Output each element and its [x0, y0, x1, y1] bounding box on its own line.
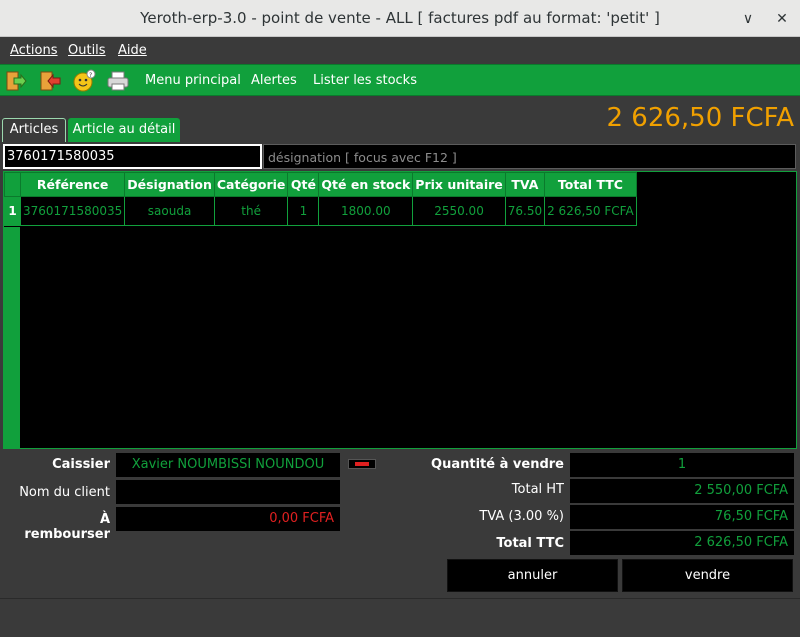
menu-actions[interactable]: Actions: [10, 43, 58, 58]
row-number: 1: [4, 196, 21, 226]
corner-cell: [4, 172, 21, 197]
cell-tva[interactable]: 76.50: [504, 196, 546, 226]
articles-table: Référence Désignation Catégorie Qté Qté …: [3, 171, 797, 449]
rembourser-field: 0,00 FCFA: [116, 507, 340, 531]
tab-articles[interactable]: Articles: [2, 118, 66, 142]
total-ht-label: Total HT: [511, 482, 564, 497]
column-header[interactable]: Référence: [19, 172, 126, 197]
reference-search-input[interactable]: 3760171580035: [3, 144, 262, 169]
vendre-button[interactable]: vendre: [622, 559, 793, 592]
exit-icon[interactable]: [38, 69, 62, 93]
caissier-field: Xavier NOUMBISSI NOUNDOU: [116, 453, 340, 477]
quantite-input[interactable]: 1: [570, 453, 794, 477]
row-header-column: [4, 227, 20, 448]
grand-total-display: 2 626,50 FCFA: [606, 103, 794, 133]
rembourser-label: À rembourser: [24, 512, 110, 542]
column-header[interactable]: Total TTC: [544, 172, 637, 197]
help-smiley-icon[interactable]: ?: [72, 69, 96, 93]
column-header[interactable]: TVA: [504, 172, 546, 197]
articles-grid: Référence Désignation Catégorie Qté Qté …: [4, 172, 637, 226]
quantite-label: Quantité à vendre: [431, 457, 564, 472]
tva-label: TVA (3.00 %): [479, 509, 564, 524]
window-title: Yeroth-erp-3.0 - point de vente - ALL [ …: [140, 9, 660, 27]
printer-icon[interactable]: [106, 69, 130, 93]
total-ht-field: 2 550,00 FCFA: [570, 479, 794, 503]
table-header-row: Référence Désignation Catégorie Qté Qté …: [4, 172, 637, 197]
total-ttc-label: Total TTC: [496, 536, 564, 551]
tab-article-detail[interactable]: Article au détail: [68, 118, 180, 142]
column-header[interactable]: Prix unitaire: [412, 172, 506, 197]
alertes-link[interactable]: Alertes: [251, 73, 297, 88]
enter-icon[interactable]: [4, 69, 28, 93]
designation-search-input[interactable]: désignation [ focus avec F12 ]: [263, 144, 796, 169]
column-header[interactable]: Qté en stock: [318, 172, 414, 197]
caissier-label: Caissier: [52, 457, 110, 472]
toolbar: ? Menu principal Alertes Lister les stoc…: [0, 64, 800, 96]
menu-principal-link[interactable]: Menu principal: [145, 73, 241, 88]
cell-total-ttc[interactable]: 2 626,50 FCFA: [544, 196, 637, 226]
cell-quantite[interactable]: 1: [287, 196, 320, 226]
close-icon[interactable]: ✕: [771, 8, 793, 30]
status-indicator-light: [355, 462, 369, 466]
status-bar: [0, 598, 800, 637]
menu-bar: Actions Outils Aide: [0, 37, 800, 64]
annuler-button[interactable]: annuler: [447, 559, 618, 592]
cell-designation[interactable]: saouda: [124, 196, 215, 226]
lister-stocks-link[interactable]: Lister les stocks: [313, 73, 417, 88]
cell-qte-stock[interactable]: 1800.00: [318, 196, 414, 226]
cell-categorie[interactable]: thé: [213, 196, 289, 226]
client-label: Nom du client: [19, 485, 110, 500]
column-header[interactable]: Qté: [287, 172, 320, 197]
column-header[interactable]: Catégorie: [213, 172, 289, 197]
cell-reference[interactable]: 3760171580035: [19, 196, 126, 226]
cell-prix-unitaire[interactable]: 2550.00: [412, 196, 506, 226]
column-header[interactable]: Désignation: [124, 172, 215, 197]
tva-field: 76,50 FCFA: [570, 505, 794, 529]
client-name-input[interactable]: [116, 480, 340, 504]
title-bar: Yeroth-erp-3.0 - point de vente - ALL [ …: [0, 0, 800, 37]
svg-text:?: ?: [89, 72, 92, 79]
table-row[interactable]: 1 3760171580035 saouda thé 1 1800.00 255…: [4, 196, 637, 226]
status-indicator: [348, 459, 376, 469]
minimize-icon[interactable]: ∨: [737, 8, 759, 30]
total-ttc-field: 2 626,50 FCFA: [570, 531, 794, 555]
menu-outils[interactable]: Outils: [68, 43, 106, 58]
menu-aide[interactable]: Aide: [118, 43, 147, 58]
